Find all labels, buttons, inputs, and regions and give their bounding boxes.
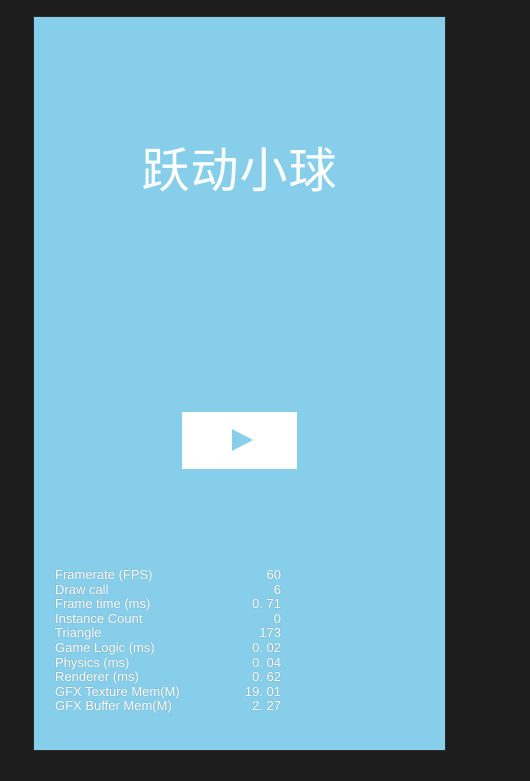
stat-row-frame-time: Frame time (ms) 0. 71 [55, 597, 285, 612]
stat-value: 0. 62 [252, 669, 281, 685]
stat-row-renderer: Renderer (ms) 0. 62 [55, 670, 285, 685]
debug-stats-panel: Framerate (FPS) 60 Draw call 6 Frame tim… [55, 567, 285, 714]
stat-row-draw-call: Draw call 6 [55, 581, 285, 598]
play-button[interactable] [182, 412, 297, 469]
stat-row-physics: Physics (ms) 0. 04 [55, 654, 285, 671]
stat-label: Frame time (ms) [55, 596, 151, 612]
stat-row-gfx-texture-mem: GFX Texture Mem(M) 19. 01 [55, 683, 285, 700]
play-icon [232, 429, 253, 451]
stat-label: Game Logic (ms) [55, 639, 155, 655]
stat-label: Framerate (FPS) [55, 567, 153, 582]
stat-row-instance-count: Instance Count 0 [55, 610, 285, 627]
game-canvas[interactable]: 跃动小球 Framerate (FPS) 60 Draw call 6 Fram… [34, 17, 445, 750]
stat-value: 6 [273, 581, 281, 597]
stat-value: 2. 27 [252, 698, 281, 714]
stat-label: Draw call [55, 581, 109, 597]
stat-label: GFX Buffer Mem(M) [55, 698, 172, 714]
stat-value: 0. 71 [252, 596, 281, 612]
stat-label: Triangle [55, 625, 102, 641]
stat-label: Instance Count [55, 610, 143, 626]
stat-value: 60 [266, 567, 281, 582]
stat-value: 0 [273, 610, 281, 626]
stat-row-gfx-buffer-mem: GFX Buffer Mem(M) 2. 27 [55, 699, 285, 714]
stat-label: GFX Texture Mem(M) [55, 683, 180, 699]
stat-value: 0. 02 [252, 639, 281, 655]
stat-row-framerate: Framerate (FPS) 60 [55, 567, 285, 583]
stat-value: 19. 01 [244, 683, 281, 699]
game-title: 跃动小球 [141, 143, 338, 199]
stat-label: Renderer (ms) [55, 669, 139, 685]
stat-value: 173 [259, 625, 281, 641]
stat-row-triangle: Triangle 173 [55, 626, 285, 641]
stat-label: Physics (ms) [55, 654, 130, 670]
stat-row-game-logic: Game Logic (ms) 0. 02 [55, 639, 285, 656]
stat-value: 0. 04 [252, 654, 281, 670]
